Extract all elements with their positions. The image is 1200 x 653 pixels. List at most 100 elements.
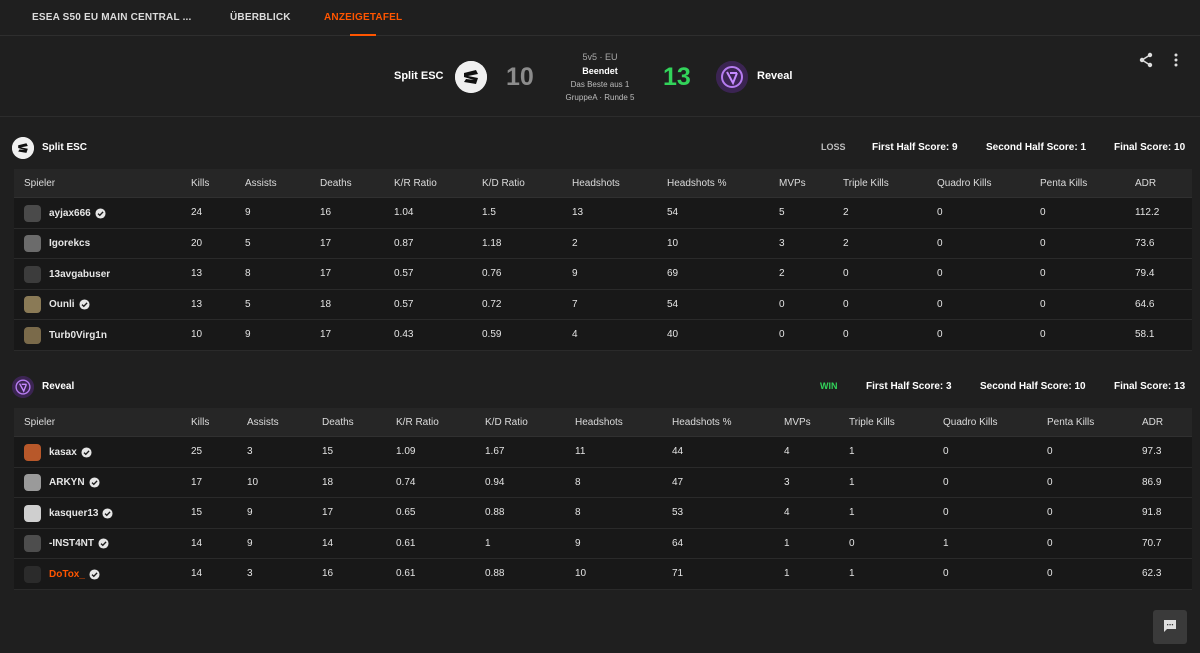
player-name[interactable]: kasax	[49, 447, 77, 458]
column-header-mvps[interactable]: MVPs	[784, 408, 811, 437]
table-row: ARKYN 17 10 18 0.74 0.94 8 47 3 1 0 0 86.9	[14, 468, 1192, 498]
cell-deaths: 17	[320, 237, 332, 249]
column-header-quadro-kills[interactable]: Quadro Kills	[943, 408, 997, 437]
player-name[interactable]: Ounli	[49, 299, 75, 310]
avatar[interactable]	[24, 535, 41, 552]
cell-kr-ratio: 0.57	[394, 298, 414, 310]
team2-score: 13	[663, 63, 691, 91]
player-link[interactable]: Ounli	[24, 296, 90, 314]
cell-headshots-pct: 54	[667, 298, 679, 310]
column-header-adr[interactable]: ADR	[1142, 408, 1163, 437]
column-header-kr-ratio[interactable]: K/R Ratio	[396, 408, 439, 437]
cell-mvps: 0	[779, 298, 785, 310]
column-header-adr[interactable]: ADR	[1135, 169, 1156, 198]
player-name[interactable]: Igorekcs	[49, 238, 90, 249]
column-header-assists[interactable]: Assists	[247, 408, 279, 437]
avatar[interactable]	[24, 443, 41, 461]
share-icon[interactable]	[1137, 51, 1155, 69]
column-header-headshots[interactable]: Headshots	[572, 169, 620, 198]
team1-logo[interactable]	[455, 61, 487, 93]
column-header-player[interactable]: Spieler	[24, 169, 55, 198]
cell-deaths: 17	[322, 507, 334, 518]
player-link[interactable]: kasax	[24, 443, 92, 461]
avatar[interactable]	[24, 296, 41, 313]
player-name[interactable]: 13avgabuser	[49, 269, 110, 280]
cell-adr: 97.3	[1142, 446, 1162, 457]
player-name[interactable]: Turb0Virg1n	[49, 330, 107, 341]
column-header-penta-kills[interactable]: Penta Kills	[1040, 169, 1087, 198]
avatar[interactable]	[24, 204, 41, 222]
player-link[interactable]: 13avgabuser	[24, 265, 110, 283]
cell-kills: 20	[191, 237, 203, 249]
team2-name[interactable]: Reveal	[757, 70, 792, 82]
tab-competition[interactable]: ESEA S50 EU MAIN CENTRAL ...	[32, 0, 192, 36]
player-name[interactable]: ARKYN	[49, 477, 85, 488]
column-header-kills[interactable]: Kills	[191, 169, 209, 198]
team2-summary-bar: Reveal WIN First Half Score: 3 Second Ha…	[12, 371, 1192, 401]
column-header-assists[interactable]: Assists	[245, 169, 277, 198]
cell-deaths: 17	[320, 268, 332, 279]
cell-headshots: 8	[575, 507, 581, 518]
cell-headshots-pct: 40	[667, 329, 679, 340]
column-header-headshots[interactable]: Headshots	[575, 408, 623, 437]
column-header-penta-kills[interactable]: Penta Kills	[1047, 408, 1094, 437]
cell-assists: 9	[247, 537, 253, 549]
avatar[interactable]	[24, 235, 41, 252]
column-header-player[interactable]: Spieler	[24, 408, 55, 437]
player-link[interactable]: Igorekcs	[24, 235, 90, 253]
cell-kd-ratio: 0.94	[485, 476, 505, 488]
avatar[interactable]	[24, 504, 41, 522]
cell-deaths: 16	[322, 568, 334, 579]
tab-overview[interactable]: ÜBERBLICK	[230, 0, 291, 36]
cell-quadro-kills: 0	[943, 476, 949, 488]
cell-headshots: 13	[572, 207, 584, 218]
column-header-kills[interactable]: Kills	[191, 408, 209, 437]
column-header-kd-ratio[interactable]: K/D Ratio	[482, 169, 525, 198]
player-name[interactable]: -INST4NT	[49, 538, 94, 549]
player-link[interactable]: Turb0Virg1n	[24, 326, 107, 344]
avatar[interactable]	[24, 565, 41, 583]
player-link[interactable]: kasquer13	[24, 504, 114, 522]
verified-badge-icon	[102, 507, 114, 519]
team2-logo[interactable]	[716, 61, 748, 93]
column-header-deaths[interactable]: Deaths	[320, 169, 352, 198]
column-header-kr-ratio[interactable]: K/R Ratio	[394, 169, 437, 198]
cell-quadro-kills: 0	[937, 298, 943, 310]
tab-scoreboard[interactable]: ANZEIGETAFEL	[324, 0, 402, 36]
column-header-headshots-pct[interactable]: Headshots %	[672, 408, 731, 437]
cell-quadro-kills: 1	[943, 537, 949, 549]
player-link[interactable]: -INST4NT	[24, 535, 109, 553]
cell-adr: 62.3	[1142, 568, 1162, 579]
avatar[interactable]	[24, 265, 41, 283]
player-link[interactable]: ayjax666	[24, 204, 106, 222]
match-info: 5v5 · EU Beendet Das Beste aus 1 GruppeA…	[540, 50, 660, 104]
player-name[interactable]: ayjax666	[49, 208, 91, 219]
player-name[interactable]: DoTox_	[49, 569, 85, 580]
cell-headshots-pct: 47	[672, 476, 684, 488]
team1-score: 10	[506, 63, 534, 91]
avatar[interactable]	[24, 326, 41, 344]
column-header-deaths[interactable]: Deaths	[322, 408, 354, 437]
column-header-triple-kills[interactable]: Triple Kills	[843, 169, 889, 198]
column-header-mvps[interactable]: MVPs	[779, 169, 806, 198]
player-link[interactable]: DoTox_	[24, 565, 100, 583]
cell-headshots-pct: 71	[672, 568, 684, 579]
cell-penta-kills: 0	[1040, 298, 1046, 310]
match-format: 5v5 · EU	[582, 52, 618, 62]
player-name[interactable]: kasquer13	[49, 508, 98, 519]
chat-button[interactable]	[1153, 610, 1187, 644]
team2-second-half: Second Half Score: 10	[980, 381, 1086, 392]
cell-kills: 25	[191, 446, 203, 457]
player-link[interactable]: ARKYN	[24, 474, 100, 492]
cell-assists: 9	[247, 507, 253, 518]
table-row: kasax 25 3 15 1.09 1.67 11 44 4 1 0 0 97.3	[14, 437, 1192, 468]
column-header-quadro-kills[interactable]: Quadro Kills	[937, 169, 991, 198]
cell-triple-kills: 0	[849, 537, 855, 549]
column-header-headshots-pct[interactable]: Headshots %	[667, 169, 726, 198]
column-header-kd-ratio[interactable]: K/D Ratio	[485, 408, 528, 437]
team1-first-half: First Half Score: 9	[872, 142, 958, 153]
more-vertical-icon[interactable]	[1167, 51, 1185, 69]
column-header-triple-kills[interactable]: Triple Kills	[849, 408, 895, 437]
team1-name[interactable]: Split ESC	[394, 70, 444, 82]
avatar[interactable]	[24, 474, 41, 491]
